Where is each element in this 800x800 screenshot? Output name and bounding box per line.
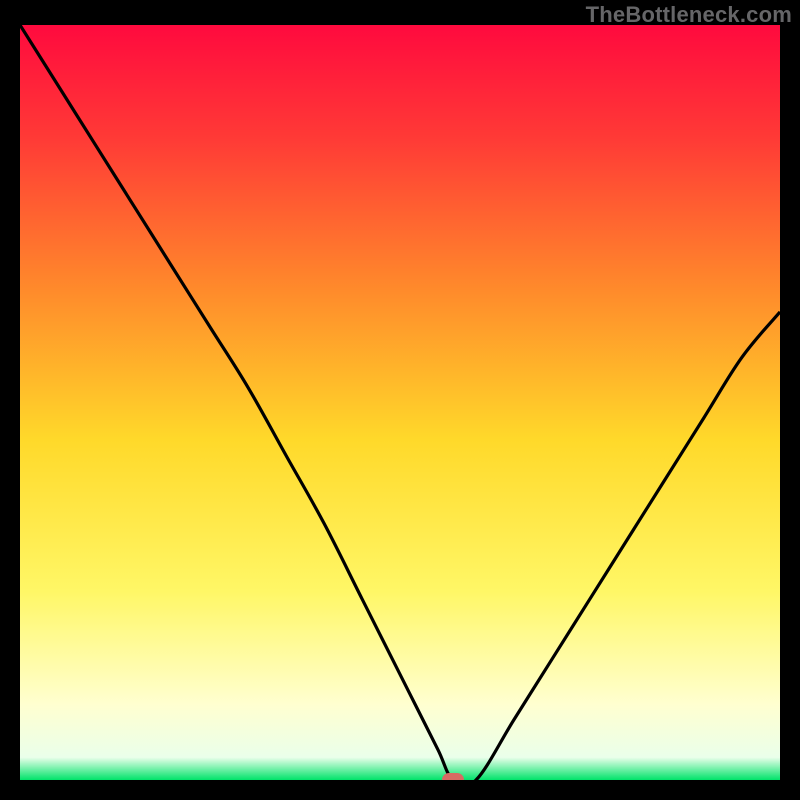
chart-frame: TheBottleneck.com — [0, 0, 800, 800]
bottleneck-curve-svg — [20, 25, 780, 780]
bottleneck-curve-path — [20, 25, 780, 780]
plot-area — [20, 25, 780, 780]
optimal-point-marker — [442, 773, 464, 780]
watermark-text: TheBottleneck.com — [586, 2, 792, 28]
